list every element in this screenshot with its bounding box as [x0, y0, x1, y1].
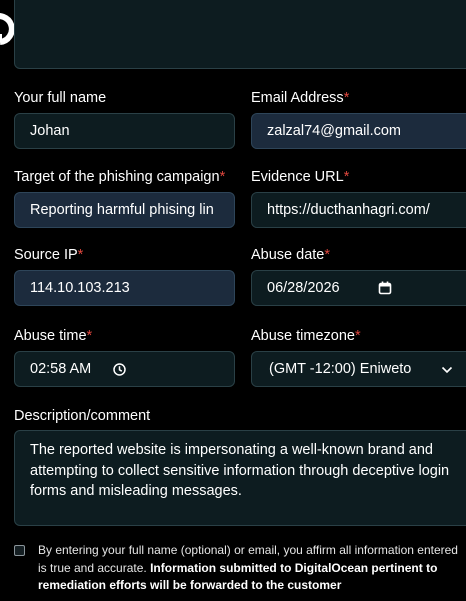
abuse-timezone-select[interactable]: (GMT -12:00) Eniweto — [251, 351, 466, 387]
evidence-url-input[interactable]: https://ducthanhagri.com/ — [251, 192, 466, 228]
abuse-time-label: Abuse time* — [14, 328, 93, 344]
email-label: Email Address* — [251, 90, 350, 106]
description-textarea[interactable]: The reported website is impersonating a … — [14, 430, 466, 526]
consent-text: By entering your full name (optional) or… — [38, 543, 458, 592]
full-name-label: Your full name — [14, 90, 107, 106]
calendar-icon[interactable] — [378, 281, 392, 295]
abuse-time-input[interactable]: 02:58 AM — [14, 351, 235, 387]
abuse-date-input[interactable]: 06/28/2026 — [251, 270, 466, 306]
abuse-report-page: Your full name Email Address* Johan zalz… — [0, 0, 466, 601]
abuse-date-label: Abuse date* — [251, 247, 331, 263]
full-name-input[interactable]: Johan — [14, 113, 235, 149]
evidence-url-label: Evidence URL* — [251, 169, 350, 185]
previous-field[interactable] — [14, 0, 466, 69]
clock-icon[interactable] — [113, 363, 126, 376]
source-ip-input[interactable]: 114.10.103.213 — [14, 270, 235, 306]
consent-checkbox[interactable] — [14, 545, 25, 556]
abuse-timezone-label: Abuse timezone* — [251, 328, 361, 344]
target-label: Target of the phishing campaign* — [14, 169, 226, 185]
email-input[interactable]: zalzal74@gmail.com — [251, 113, 466, 149]
source-ip-label: Source IP* — [14, 247, 84, 263]
description-label: Description/comment — [14, 408, 151, 424]
chevron-down-icon[interactable] — [441, 365, 453, 375]
target-input[interactable]: Reporting harmful phising lin — [14, 192, 235, 228]
